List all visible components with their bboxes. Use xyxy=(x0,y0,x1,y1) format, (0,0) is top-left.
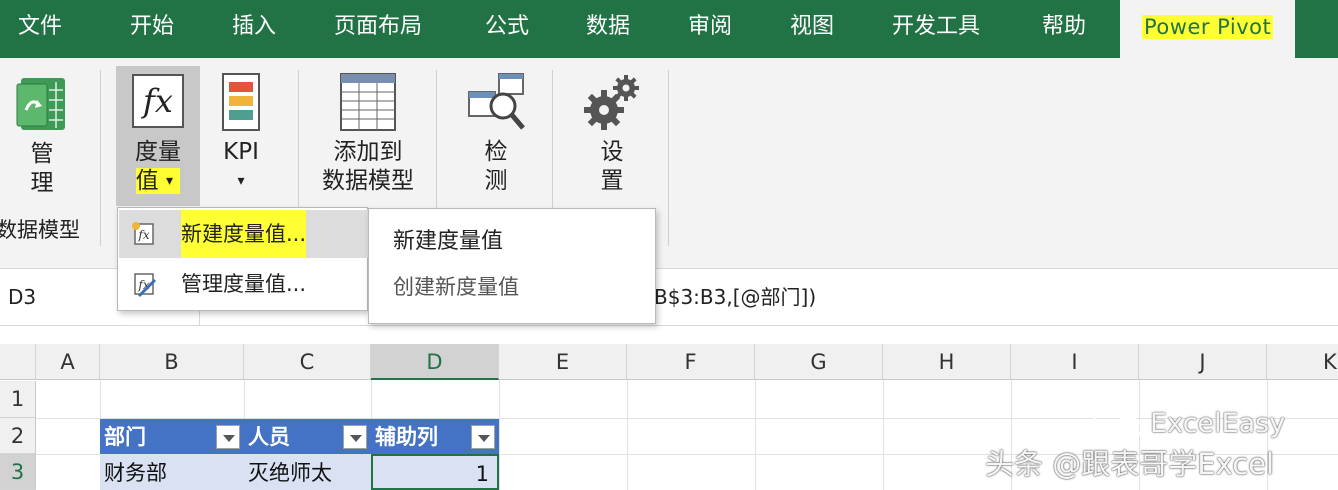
watermark-brand: ExcelEasy xyxy=(1150,408,1286,439)
formula-input[interactable]: B$3:B3,[@部门]) xyxy=(654,269,816,325)
tab-data[interactable]: 数据 xyxy=(586,0,630,58)
add-to-model-label-2: 数据模型 xyxy=(322,168,414,194)
filter-dropdown-icon[interactable] xyxy=(471,425,495,449)
column-header[interactable]: B xyxy=(100,344,244,380)
kpi-icon xyxy=(222,73,260,131)
menu-item-new-measure[interactable]: fx 新建度量值... xyxy=(119,210,368,258)
detect-label-2: 测 xyxy=(484,168,508,194)
tab-home[interactable]: 开始 xyxy=(130,0,174,58)
tab-power-pivot[interactable]: Power Pivot xyxy=(1120,0,1296,58)
kpi-button[interactable]: KPI ▾ xyxy=(208,72,274,202)
menu-item-new-measure-label: 新建度量值... xyxy=(181,210,307,258)
measures-label-1: 度量 xyxy=(135,139,181,165)
gridline xyxy=(627,380,628,490)
column-header[interactable]: K xyxy=(1267,344,1338,380)
table-header-label: 部门 xyxy=(104,425,146,449)
kpi-caret-icon: ▾ xyxy=(237,173,245,189)
tab-formulas[interactable]: 公式 xyxy=(485,0,529,58)
menu-item-manage-measures-label: 管理度量值... xyxy=(181,272,307,296)
watermark-chat-icon xyxy=(1091,410,1144,440)
tab-view[interactable]: 视图 xyxy=(790,0,834,58)
menu-item-manage-measures[interactable]: fx 管理度量值... xyxy=(119,260,368,308)
ribbon-tab-bar: 文件 开始 插入 页面布局 公式 数据 审阅 视图 开发工具 帮助 Power … xyxy=(0,0,1338,58)
manage-measures-icon: fx xyxy=(134,273,157,298)
watermark-author: 头条 @跟表哥学Excel xyxy=(985,447,1275,481)
detect-label-1: 检 xyxy=(484,139,508,165)
kpi-label: KPI xyxy=(223,139,259,165)
table-header-label: 人员 xyxy=(248,425,290,449)
table-header-cell[interactable]: 辅助列 xyxy=(371,419,499,454)
ribbon-separator xyxy=(100,70,101,246)
column-header[interactable]: F xyxy=(627,344,755,380)
detect-relationships-icon xyxy=(468,73,525,130)
gear-icon xyxy=(584,75,639,130)
tooltip-description: 创建新度量值 xyxy=(393,275,519,299)
tab-page-layout[interactable]: 页面布局 xyxy=(334,0,422,58)
measures-label-2-wrap: 值 ▾ xyxy=(135,168,181,194)
select-all-corner[interactable] xyxy=(0,344,36,380)
tab-power-pivot-label: Power Pivot xyxy=(1142,15,1274,39)
table-header-label: 辅助列 xyxy=(375,425,438,449)
measures-caret-icon: ▾ xyxy=(165,173,174,189)
column-header[interactable]: I xyxy=(1011,344,1139,380)
menu-tooltip: 新建度量值 创建新度量值 xyxy=(368,208,656,324)
table-header-cell[interactable]: 部门 xyxy=(100,419,244,454)
table-cell[interactable]: 灭绝师太 xyxy=(244,455,371,490)
settings-button[interactable]: 设 置 xyxy=(574,72,650,202)
measures-button[interactable]: fx 度量 值 ▾ xyxy=(116,66,200,206)
active-cell-d3[interactable]: 1 xyxy=(371,454,499,490)
row-header[interactable]: 1 xyxy=(0,381,36,418)
column-header[interactable]: E xyxy=(499,344,627,380)
measures-label-2: 值 xyxy=(135,168,159,194)
tab-review[interactable]: 审阅 xyxy=(688,0,732,58)
gridline xyxy=(883,380,884,490)
data-model-icon xyxy=(16,78,65,130)
tab-developer[interactable]: 开发工具 xyxy=(892,0,980,58)
manage-label-2: 理 xyxy=(30,170,54,196)
settings-label-2: 置 xyxy=(600,168,624,194)
column-header[interactable]: A xyxy=(36,344,100,380)
manage-button[interactable]: 管 理 xyxy=(6,72,78,202)
tooltip-title: 新建度量值 xyxy=(393,229,504,254)
table-cell[interactable]: 财务部 xyxy=(100,455,244,490)
detect-button[interactable]: 检 测 xyxy=(458,72,534,202)
ribbon-separator xyxy=(668,70,669,246)
measures-dropdown-menu: fx 新建度量值... fx 管理度量值... xyxy=(117,207,368,311)
fx-icon: fx xyxy=(132,74,184,128)
table-header-cell[interactable]: 人员 xyxy=(244,419,371,454)
tab-insert[interactable]: 插入 xyxy=(232,0,276,58)
column-header[interactable]: J xyxy=(1139,344,1267,380)
tab-file[interactable]: 文件 xyxy=(18,0,62,58)
add-to-model-label-1: 添加到 xyxy=(333,139,403,165)
svg-text:fx: fx xyxy=(141,82,173,120)
column-header-selected[interactable]: D xyxy=(371,344,499,380)
column-header[interactable]: H xyxy=(883,344,1011,380)
tab-help[interactable]: 帮助 xyxy=(1042,0,1086,58)
filter-dropdown-icon[interactable] xyxy=(343,425,367,449)
gridline xyxy=(499,380,500,490)
group-label-data-model: 数据模型 xyxy=(0,218,80,242)
column-header[interactable]: C xyxy=(244,344,371,380)
filter-dropdown-icon[interactable] xyxy=(216,425,240,449)
new-measure-icon: fx xyxy=(132,222,154,245)
manage-label-1: 管 xyxy=(30,141,54,167)
table-add-icon xyxy=(340,73,396,131)
gridline xyxy=(755,380,756,490)
settings-label-1: 设 xyxy=(600,139,624,165)
column-header[interactable]: G xyxy=(755,344,883,380)
row-header[interactable]: 2 xyxy=(0,418,36,454)
svg-text:fx: fx xyxy=(137,228,149,242)
row-header-selected[interactable]: 3 xyxy=(0,454,36,490)
add-to-data-model-button[interactable]: 添加到 数据模型 xyxy=(316,72,420,202)
